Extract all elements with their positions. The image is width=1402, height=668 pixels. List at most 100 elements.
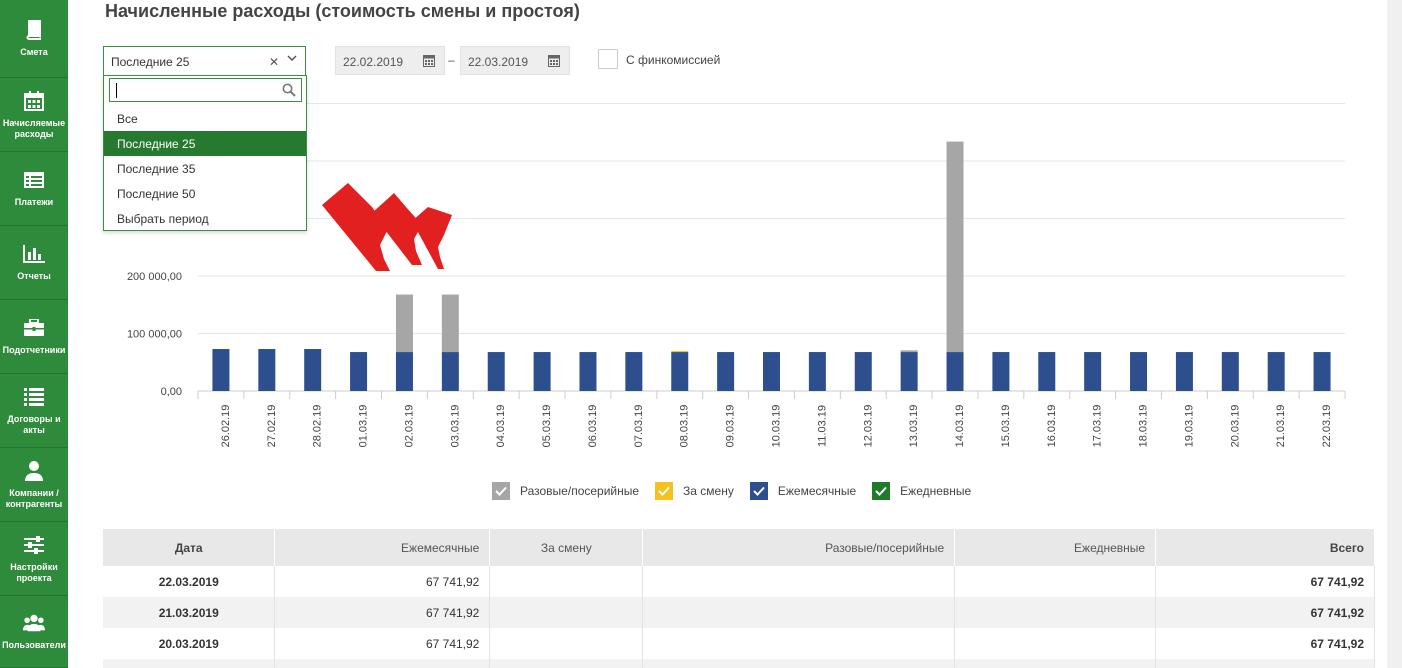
cell-date: 22.03.2019 [103,566,276,597]
bar-segment [671,352,689,391]
fincommission-label[interactable]: С финкомиссией [626,53,720,67]
user-icon [23,460,45,482]
bar-segment [1267,352,1285,391]
check-icon[interactable] [492,482,510,500]
bar-segment [808,352,826,391]
cell-monthly [274,659,491,668]
bar-segment [854,352,872,391]
table-row[interactable]: 20.03.2019 67 741,92 67 741,92 [103,628,1375,659]
sidebar-item-smeta[interactable]: Смета [0,0,68,78]
legend-label: Ежемесячные [777,484,857,498]
cell-oneoff [642,566,956,597]
x-tick-label: 03.03.19 [449,405,461,448]
bar-segment [946,141,964,353]
table-row[interactable]: 21.03.2019 67 741,92 67 741,92 [103,597,1375,628]
cell-daily [954,659,1157,668]
cell-daily [954,566,1157,597]
column-header-daily[interactable]: Ежедневные [954,529,1157,566]
sidebar-item-accountable[interactable]: Подотчетники [0,300,68,374]
column-header-shift[interactable]: За смену [489,529,644,566]
cell-oneoff [642,659,956,668]
right-gutter [1387,0,1402,668]
x-tick-label: 28.02.19 [312,405,324,448]
sidebar: Смета Начисляемые расходы Платежи Отчеты… [0,0,68,668]
sidebar-item-users[interactable]: Пользователи [0,596,68,668]
cell-date [103,659,276,668]
bar-segment [717,352,735,391]
bar-segment [671,351,689,353]
column-header-total[interactable]: Всего [1155,529,1375,566]
column-header-oneoff[interactable]: Разовые/посерийные [642,529,956,566]
bar-segment [258,349,276,391]
sidebar-item-label: Подотчетники [2,345,66,355]
sidebar-item-label: Платежи [14,197,54,207]
cell-total: 67 741,92 [1155,628,1375,659]
sidebar-item-contracts[interactable]: Договоры и акты [0,374,68,448]
cell-oneoff [642,628,956,659]
fincommission-checkbox[interactable] [598,49,618,69]
bar-segment [441,352,459,391]
date-from-input[interactable]: 22.02.2019 [335,46,445,75]
calendar-icon[interactable] [548,54,560,70]
x-tick-label: 05.03.19 [541,405,553,448]
sidebar-item-label: Договоры и акты [7,413,61,435]
check-icon[interactable] [749,482,768,500]
list-lines-icon [23,386,45,408]
app-root: Смета Начисляемые расходы Платежи Отчеты… [0,0,1402,668]
bar-segment [304,349,322,391]
cell-shift [489,566,644,597]
sidebar-item-reports[interactable]: Отчеты [0,226,68,300]
cell-date: 21.03.2019 [103,597,276,628]
table-row[interactable] [103,659,1375,668]
expenses-table: Дата Ежемесячные За смену Разовые/посери… [103,529,1375,668]
bar-segment [992,352,1010,391]
period-search-input[interactable] [109,78,302,102]
y-tick-label: 100 000,00 [127,329,182,341]
calendar-icon [23,90,45,112]
sidebar-item-accrued[interactable]: Начисляемые расходы [0,78,68,152]
briefcase-icon [23,317,45,339]
period-option-last-50[interactable]: Последние 50 [104,181,306,206]
legend-label: Ежедневные [900,484,972,498]
sidebar-item-label: Компании / контрагенты [5,487,63,509]
sidebar-item-payments[interactable]: Платежи [0,152,68,226]
x-tick-label: 17.03.19 [1092,405,1104,448]
period-option-last-35[interactable]: Последние 35 [104,156,306,181]
clear-icon[interactable]: ✕ [269,55,279,69]
date-to-input[interactable]: 22.03.2019 [460,46,570,75]
check-icon[interactable] [872,482,891,500]
period-option-custom[interactable]: Выбрать период [104,206,306,231]
calendar-icon[interactable] [423,54,435,70]
x-tick-label: 15.03.19 [1000,405,1012,448]
period-dropdown: Все Последние 25 Последние 35 Последние … [103,75,307,231]
period-option-last-25[interactable]: Последние 25 [104,131,306,156]
period-select[interactable]: Последние 25 ✕ [103,46,306,76]
column-header-monthly[interactable]: Ежемесячные [274,529,491,566]
bar-segment [1175,352,1193,391]
bar-segment [900,352,918,391]
legend-item-monthly[interactable]: Ежемесячные [749,481,857,501]
date-range-separator: – [448,53,455,67]
bar-segment [579,352,597,391]
cell-monthly: 67 741,92 [274,628,491,659]
legend-item-oneoff[interactable]: Разовые/посерийные [492,481,639,501]
bar-segment [487,352,505,391]
period-option-all[interactable]: Все [104,106,306,131]
sidebar-item-settings[interactable]: Настройки проекта [0,522,68,596]
bar-segment [350,352,368,391]
check-icon[interactable] [655,482,674,500]
sidebar-item-companies[interactable]: Компании / контрагенты [0,448,68,522]
table-row[interactable]: 22.03.2019 67 741,92 67 741,92 [103,566,1375,597]
chevron-down-icon[interactable] [287,53,297,66]
x-tick-label: 18.03.19 [1138,405,1150,448]
sidebar-item-label: Начисляемые расходы [2,117,66,139]
legend-item-shift[interactable]: За смену [655,481,734,501]
column-header-date[interactable]: Дата [103,529,276,566]
cell-shift [489,628,644,659]
sliders-icon [23,534,45,556]
x-tick-label: 19.03.19 [1183,405,1195,448]
date-from-value: 22.02.2019 [343,55,404,69]
y-tick-label: 0,00 [161,386,182,398]
legend-item-daily[interactable]: Ежедневные [872,481,971,501]
bar-segment [763,352,780,391]
